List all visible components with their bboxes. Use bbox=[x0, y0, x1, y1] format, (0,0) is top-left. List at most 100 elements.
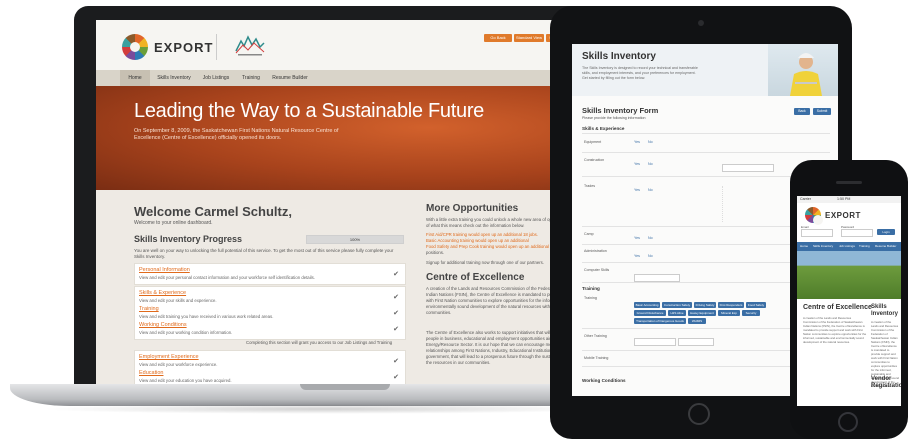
check-icon: ✔ bbox=[393, 271, 399, 278]
phone-nav-resume[interactable]: Resume Builder bbox=[875, 244, 896, 248]
tablet-title: Skills Inventory bbox=[582, 51, 656, 62]
nav-home[interactable]: Home bbox=[120, 70, 150, 86]
form-subtitle: Please provide the following information bbox=[582, 116, 646, 120]
card-skills-group: Skills & Experience View and edit your s… bbox=[134, 286, 406, 340]
check-icon: ✔ bbox=[393, 294, 399, 301]
divider bbox=[582, 152, 830, 153]
row-label: Construction bbox=[584, 158, 605, 162]
camera-icon bbox=[698, 20, 704, 26]
check-icon: ✔ bbox=[393, 358, 399, 365]
tag[interactable]: Construction Safety bbox=[662, 302, 692, 308]
phone-hero-title: Centre of Excellence bbox=[803, 304, 872, 311]
laptop-notch bbox=[300, 384, 390, 390]
hero-subtitle: On September 8, 2009, the Saskatchewan F… bbox=[134, 128, 339, 141]
other-training-input[interactable] bbox=[634, 338, 676, 346]
phone-nav-skills[interactable]: Skills Inventory bbox=[813, 244, 833, 248]
phone-nav-home[interactable]: Home bbox=[800, 244, 808, 248]
card-desc: View and edit your skills and experience… bbox=[139, 298, 217, 303]
standard-view-button[interactable]: Standard View bbox=[514, 34, 544, 42]
section-skills: Skills & Experience bbox=[582, 126, 625, 131]
yes-option[interactable]: Yes bbox=[634, 162, 640, 166]
nav-job-listings[interactable]: Job Listings bbox=[198, 70, 234, 86]
yes-option[interactable]: Yes bbox=[634, 254, 640, 258]
export-logo-icon[interactable] bbox=[122, 34, 148, 60]
no-option[interactable]: No bbox=[648, 162, 653, 166]
phone-nav-training[interactable]: Training bbox=[859, 244, 870, 248]
tag[interactable]: Ground Disturbance bbox=[634, 310, 666, 316]
other-training-input-2[interactable] bbox=[678, 338, 714, 346]
card-employment-group: Employment Experience View and edit your… bbox=[134, 350, 406, 384]
card-desc: View and edit your personal contact info… bbox=[139, 275, 315, 280]
laptop-screen: EXPORT Go Back Standard View Sign Out Ho… bbox=[96, 20, 608, 384]
row-label: Equipment bbox=[584, 140, 602, 144]
more-opportunities-title: More Opportunities bbox=[426, 203, 519, 214]
card-desc: View and edit your working condition inf… bbox=[139, 330, 233, 335]
tag[interactable]: Transportation of Dangerous Goods bbox=[634, 318, 686, 324]
construction-select[interactable] bbox=[722, 164, 774, 172]
tag[interactable]: H2S Alive bbox=[668, 310, 686, 316]
yes-option[interactable]: Yes bbox=[634, 140, 640, 144]
nav-skills-inventory[interactable]: Skills Inventory bbox=[152, 70, 196, 86]
email-input[interactable] bbox=[801, 229, 833, 237]
phone-logo-text[interactable]: EXPORT bbox=[825, 211, 861, 220]
home-button-icon[interactable] bbox=[688, 403, 710, 425]
phone-nav: Home Skills Inventory Job Listings Train… bbox=[797, 242, 901, 251]
carrier-label: Carrier bbox=[800, 197, 811, 201]
submit-button[interactable]: Submit bbox=[813, 108, 831, 115]
card-link[interactable]: Personal Information bbox=[139, 267, 190, 273]
no-option[interactable]: No bbox=[648, 140, 653, 144]
row-label: Other Training bbox=[584, 334, 607, 338]
tag[interactable]: Driving Safety bbox=[694, 302, 716, 308]
tag[interactable]: Basic Accounting bbox=[634, 302, 660, 308]
main-nav: Home Skills Inventory Job Listings Train… bbox=[96, 70, 608, 86]
section-note: Completing this section will grant you a… bbox=[246, 340, 393, 345]
progress-label: 100% bbox=[349, 237, 361, 242]
tag[interactable]: First Responders bbox=[718, 302, 744, 308]
no-option[interactable]: No bbox=[648, 254, 653, 258]
yes-option[interactable]: Yes bbox=[634, 236, 640, 240]
tag[interactable]: WHMIS bbox=[688, 318, 706, 324]
progress-bar: 100% bbox=[306, 235, 404, 244]
progress-title: Skills Inventory Progress bbox=[134, 234, 243, 244]
tag[interactable]: Food Safety bbox=[746, 302, 766, 308]
worker-icon bbox=[790, 53, 822, 96]
card-link[interactable]: Training bbox=[139, 306, 159, 312]
nav-training[interactable]: Training bbox=[236, 70, 266, 86]
yes-option[interactable]: Yes bbox=[634, 188, 640, 192]
card-link[interactable]: Employment Experience bbox=[139, 354, 199, 360]
card-personal-info: Personal Information View and edit your … bbox=[134, 263, 406, 285]
hero-banner: Leading the Way to a Sustainable Future … bbox=[96, 86, 608, 190]
partner-logo-icon bbox=[235, 35, 265, 56]
card-desc: View and edit your education you have ac… bbox=[139, 378, 232, 383]
logo-text[interactable]: EXPORT bbox=[154, 40, 213, 55]
no-option[interactable]: No bbox=[648, 188, 653, 192]
tag[interactable]: Mineral Exp bbox=[718, 310, 740, 316]
nav-resume-builder[interactable]: Resume Builder bbox=[268, 70, 312, 86]
phone-side-title: Skills Inventory bbox=[871, 304, 899, 317]
tag[interactable]: Security bbox=[742, 310, 760, 316]
export-logo-icon[interactable] bbox=[805, 207, 823, 225]
password-input[interactable] bbox=[841, 229, 873, 237]
computer-skills-select[interactable] bbox=[634, 274, 680, 282]
card-link[interactable]: Working Conditions bbox=[139, 322, 187, 328]
tag[interactable]: Heavy Equipment bbox=[688, 310, 716, 316]
row-label: Mobile Training bbox=[584, 356, 609, 360]
phone-screen: Carrier 1:50 PM EXPORT Email Password Lo… bbox=[797, 196, 901, 406]
laptop-shadow bbox=[40, 404, 610, 414]
form-title: Skills Inventory Form bbox=[582, 106, 659, 115]
no-option[interactable]: No bbox=[648, 236, 653, 240]
back-button[interactable]: Back bbox=[794, 108, 810, 115]
row-label: Training bbox=[584, 296, 597, 300]
phone-nav-jobs[interactable]: Job Listings bbox=[839, 244, 855, 248]
worker-photo bbox=[768, 44, 838, 96]
go-back-button[interactable]: Go Back bbox=[484, 34, 512, 42]
progress-intro: You are well on your way to unlocking th… bbox=[134, 248, 394, 259]
login-button[interactable]: Login bbox=[877, 229, 895, 235]
check-icon: ✔ bbox=[393, 310, 399, 317]
row-label: Trades bbox=[584, 184, 596, 188]
phone-side-title-2: Vendor Registration bbox=[871, 376, 901, 389]
card-link[interactable]: Education bbox=[139, 370, 163, 376]
card-link[interactable]: Skills & Experience bbox=[139, 290, 186, 296]
home-button-icon[interactable] bbox=[838, 412, 858, 432]
status-bar: Carrier 1:50 PM bbox=[797, 196, 901, 203]
